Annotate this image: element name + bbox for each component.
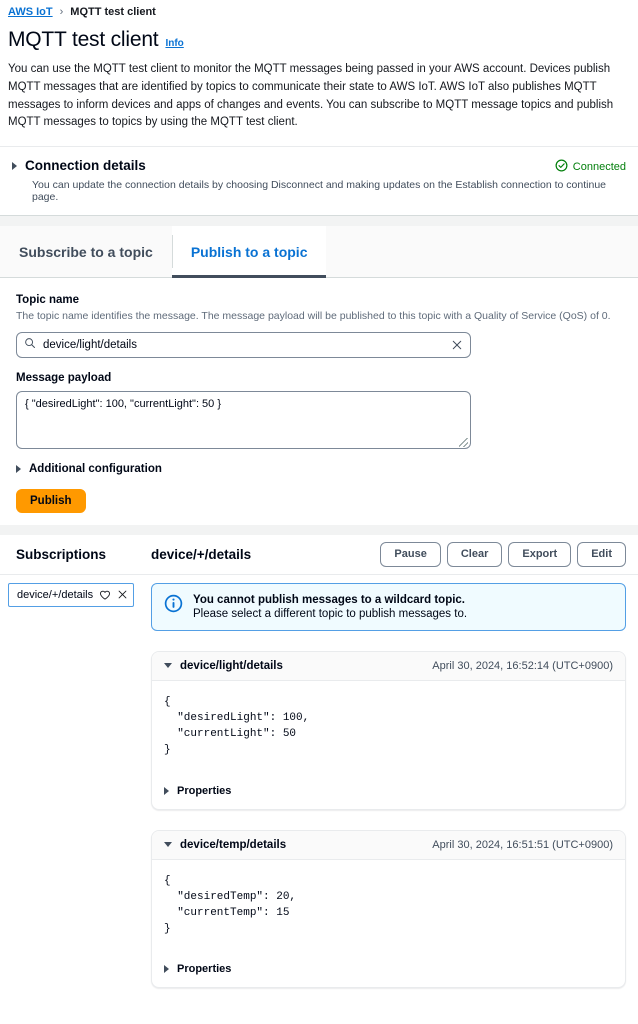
tab-subscribe-label: Subscribe to a topic — [19, 243, 153, 260]
export-button[interactable]: Export — [508, 542, 572, 567]
connection-details: Connection details You can update the co… — [0, 147, 638, 215]
clear-button[interactable]: Clear — [446, 542, 503, 567]
clear-topic-icon[interactable] — [451, 339, 463, 351]
message-properties-toggle[interactable]: Properties — [152, 945, 625, 987]
subscriptions-panel-title: Subscriptions — [16, 546, 107, 562]
pause-button[interactable]: Pause — [380, 542, 441, 567]
breadcrumb: AWS IoT › MQTT test client — [0, 0, 638, 20]
messages-pane: You cannot publish messages to a wildcar… — [141, 575, 638, 989]
chevron-right-icon — [164, 965, 169, 974]
tab-publish-label: Publish to a topic — [190, 243, 308, 260]
check-circle-icon — [555, 159, 568, 175]
topic-name-label: Topic name — [16, 294, 80, 307]
connection-status-label: Connected — [572, 161, 626, 174]
message-properties-toggle[interactable]: Properties — [152, 767, 625, 809]
publish-button[interactable]: Publish — [16, 488, 86, 513]
connection-details-title: Connection details — [25, 158, 146, 174]
alert-body: Please select a different topic to publi… — [193, 607, 468, 620]
page-header: MQTT test client Info — [0, 20, 638, 52]
alert-title: You cannot publish messages to a wildcar… — [193, 593, 466, 606]
chevron-right-icon — [12, 161, 17, 170]
message-payload-input[interactable]: { "desiredLight": 100, "currentLight": 5… — [16, 390, 471, 449]
message-card: device/light/details April 30, 2024, 16:… — [151, 650, 626, 810]
topic-tabs: Subscribe to a topic Publish to a topic — [0, 226, 638, 279]
section-gap-1 — [0, 216, 638, 227]
mqtt-test-client-page: AWS IoT › MQTT test client MQTT test cli… — [0, 0, 638, 1024]
subscriptions-actions: Pause Clear Export Edit — [380, 542, 626, 567]
textarea-resize-handle[interactable] — [459, 437, 468, 447]
section-gap-2 — [0, 524, 638, 535]
additional-configuration-toggle[interactable]: Additional configuration — [16, 463, 622, 475]
message-body: { "desiredTemp": 20, "currentTemp": 15 } — [152, 860, 625, 946]
topic-input[interactable]: device/light/details — [16, 331, 471, 358]
alert-text: You cannot publish messages to a wildcar… — [193, 594, 467, 620]
message-payload-value: { "desiredLight": 100, "currentLight": 5… — [25, 397, 222, 410]
chevron-down-icon — [164, 663, 172, 669]
message-header-left: device/light/details — [164, 660, 283, 672]
subscriptions-body: device/+/details You cannot publish mess… — [0, 575, 638, 1024]
info-link[interactable]: Info — [165, 38, 183, 49]
message-topic: device/temp/details — [180, 838, 287, 851]
breadcrumb-separator-icon: › — [59, 6, 64, 18]
connection-status-badge: Connected — [555, 159, 626, 175]
wildcard-publish-alert: You cannot publish messages to a wildcar… — [151, 582, 626, 631]
breadcrumb-item-current: MQTT test client — [70, 6, 156, 18]
message-header-left: device/temp/details — [164, 839, 286, 851]
edit-button[interactable]: Edit — [577, 542, 626, 567]
subscription-topic-label: device/+/details — [17, 588, 94, 601]
heart-icon[interactable] — [99, 589, 111, 601]
connection-details-description: You can update the connection details by… — [32, 179, 607, 204]
message-card: device/temp/details April 30, 2024, 16:5… — [151, 829, 626, 989]
tab-subscribe-to-a-topic[interactable]: Subscribe to a topic — [0, 226, 172, 277]
message-payload-label: Message payload — [16, 371, 112, 384]
breadcrumb-item-aws-iot[interactable]: AWS IoT — [8, 6, 53, 18]
tab-publish-to-a-topic[interactable]: Publish to a topic — [171, 226, 327, 279]
message-body: { "desiredLight": 100, "currentLight": 5… — [152, 681, 625, 767]
subscriptions-card: Subscriptions device/+/details Pause Cle… — [0, 534, 638, 1024]
message-properties-label: Properties — [177, 963, 232, 976]
page-title: MQTT test client — [8, 28, 159, 51]
message-timestamp: April 30, 2024, 16:51:51 (UTC+0900) — [432, 838, 613, 851]
search-icon — [24, 336, 36, 354]
list-item[interactable]: device/+/details — [8, 582, 134, 607]
connection-details-toggle[interactable]: Connection details — [12, 158, 626, 173]
publish-button-label: Publish — [30, 494, 72, 507]
message-timestamp: April 30, 2024, 16:52:14 (UTC+0900) — [432, 659, 613, 672]
chevron-right-icon — [164, 786, 169, 795]
chevron-right-icon — [16, 464, 21, 473]
chevron-down-icon — [164, 842, 172, 848]
info-circle-icon — [164, 594, 183, 618]
publish-form: Topic name The topic name identifies the… — [0, 278, 638, 525]
topic-name-description: The topic name identifies the message. T… — [16, 310, 611, 323]
topic-input-value: device/light/details — [43, 338, 137, 351]
message-topic: device/light/details — [180, 659, 283, 672]
topic-tabs-card: Subscribe to a topic Publish to a topic … — [0, 226, 638, 525]
message-payload: { "desiredTemp": 20, "currentTemp": 15 } — [164, 874, 297, 935]
close-icon[interactable] — [117, 589, 128, 600]
message-properties-label: Properties — [177, 784, 232, 797]
message-payload: { "desiredLight": 100, "currentLight": 5… — [164, 695, 310, 756]
subscriptions-list: device/+/details — [0, 575, 141, 1024]
connection-details-card: Connection details You can update the co… — [0, 146, 638, 217]
page-description: You can use the MQTT test client to moni… — [8, 63, 614, 129]
message-header[interactable]: device/temp/details April 30, 2024, 16:5… — [152, 830, 625, 860]
subscriptions-header: Subscriptions device/+/details Pause Cle… — [0, 535, 638, 575]
selected-subscription-topic: device/+/details — [151, 546, 252, 562]
message-header[interactable]: device/light/details April 30, 2024, 16:… — [152, 651, 625, 681]
additional-configuration-label: Additional configuration — [29, 462, 162, 475]
